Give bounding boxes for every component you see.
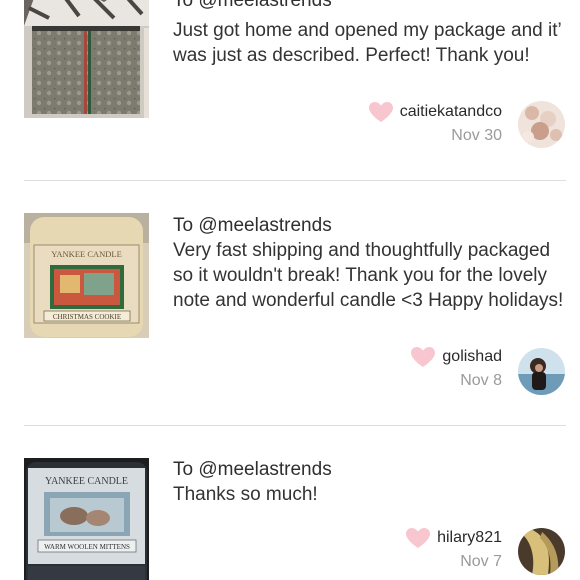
reviewer-username[interactable]: caitiekatandco	[400, 101, 502, 123]
review-date: Nov 8	[460, 372, 502, 389]
divider	[24, 425, 566, 426]
candle-image: YANKEE CANDLE WARM WOOLEN MITTENS	[24, 458, 149, 580]
avatar[interactable]	[518, 528, 565, 575]
avatar-image	[518, 348, 565, 395]
review-text: Very fast shipping and thoughtfully pack…	[173, 240, 564, 311]
reviewer-info: caitiekatandco Nov 30	[368, 101, 502, 147]
candle-scent-text: WARM WOOLEN MITTENS	[44, 543, 130, 551]
candle-image: YANKEE CANDLE CHRISTMAS COOKIE	[24, 213, 149, 338]
avatar-image	[518, 101, 565, 148]
heart-icon[interactable]	[368, 101, 394, 123]
avatar-image	[518, 528, 565, 575]
review-recipient[interactable]: To @meelastrends	[173, 458, 332, 482]
reviews-feed: To @meelastrends Just got home and opene…	[0, 0, 580, 580]
candle-brand-text: YANKEE CANDLE	[45, 476, 128, 487]
review-recipient[interactable]: To @meelastrends	[173, 0, 332, 13]
reviewer-username[interactable]: golishad	[442, 346, 502, 368]
divider	[24, 180, 566, 181]
review-text: Thanks so much!	[173, 484, 318, 505]
candle-scent-text: CHRISTMAS COOKIE	[53, 313, 121, 321]
review-recipient[interactable]: To @meelastrends	[173, 214, 332, 238]
review-date: Nov 30	[451, 127, 502, 144]
review-item: To @meelastrends Just got home and opene…	[0, 0, 580, 168]
avatar[interactable]	[518, 348, 565, 395]
reviewer-username[interactable]: hilary821	[437, 527, 502, 549]
candle-brand-text: YANKEE CANDLE	[51, 249, 122, 259]
reviewer-info: hilary821 Nov 7	[405, 527, 502, 573]
review-item: YANKEE CANDLE CHRISTMAS COOKIE To @meela…	[0, 213, 580, 413]
review-photo-candle[interactable]: YANKEE CANDLE CHRISTMAS COOKIE	[24, 213, 149, 338]
reviewer-info: golishad Nov 8	[410, 346, 502, 392]
review-item: YANKEE CANDLE WARM WOOLEN MITTENS To @me…	[0, 458, 580, 580]
review-photo-candle[interactable]: YANKEE CANDLE WARM WOOLEN MITTENS	[24, 458, 149, 580]
review-text: Just got home and opened my package and …	[173, 20, 561, 66]
review-photo-handbag[interactable]	[24, 0, 149, 118]
handbag-image	[24, 0, 149, 118]
heart-icon[interactable]	[405, 527, 431, 549]
review-date: Nov 7	[460, 553, 502, 570]
avatar[interactable]	[518, 101, 565, 148]
heart-icon[interactable]	[410, 346, 436, 368]
